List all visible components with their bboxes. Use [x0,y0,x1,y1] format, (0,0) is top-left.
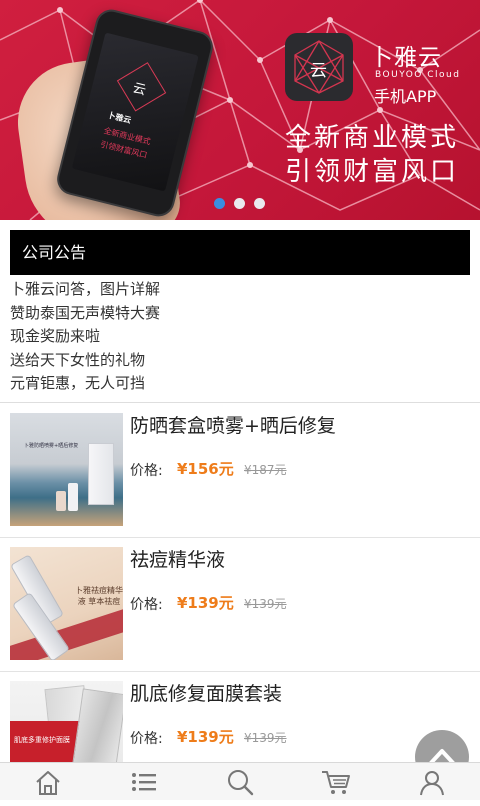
phone-screen: 云 卜雅云 全新商业模式 引领财富风口 [71,32,199,192]
thumbnail-caption: 肌底多重修护面膜 [14,736,70,744]
cart-icon [322,770,350,794]
slogan-line-1: 全新商业模式 [285,123,460,153]
product-price: ¥156元 [177,460,234,478]
product-title[interactable]: 祛痘精华液 [130,545,225,572]
thumbnail-caption: 卜雅防晒喷雾+晒后修复 [24,443,79,449]
search-icon [228,769,254,795]
product-item[interactable]: 卜雅防晒喷雾+晒后修复 防晒套盒喷雾+晒后修复 价格: ¥156元 ¥187元 [0,403,480,538]
product-original-price: ¥139元 [244,731,287,745]
price-label: 价格: [130,731,163,747]
nav-cart[interactable] [288,763,384,800]
thumbnail-caption: 卜雅祛痘精华液 草本祛痘 [75,586,123,606]
carousel-dot-1[interactable] [214,198,225,209]
notice-item[interactable]: 送给天下女性的礼物 [10,349,470,373]
product-title[interactable]: 防晒套盒喷雾+晒后修复 [130,411,336,438]
product-title[interactable]: 肌底修复面膜套装 [130,679,282,706]
nav-search[interactable] [192,763,288,800]
product-thumbnail[interactable]: 卜雅防晒喷雾+晒后修复 [10,413,123,526]
product-tube-image [68,483,78,511]
product-original-price: ¥139元 [244,597,287,611]
notice-item[interactable]: 卜雅云问答，图片详解 [10,278,470,302]
product-tube-image [56,491,66,511]
user-icon [420,770,444,795]
phone-brand-text: 卜雅云 [106,110,133,126]
list-icon [132,772,156,791]
price-label: 价格: [130,597,163,613]
product-original-price: ¥187元 [244,463,287,477]
notice-list: 卜雅云问答，图片详解 赞助泰国无声模特大赛 现金奖励来啦 送给天下女性的礼物 元… [10,278,470,396]
bottom-nav [0,762,480,800]
hero-banner[interactable]: 云 卜雅云 全新商业模式 引领财富风口 云 卜雅云 BOUYOO Cloud 手… [0,0,480,220]
nav-home[interactable] [0,763,96,800]
brand-app-label: 手机APP [374,87,437,106]
notice-item[interactable]: 元宵钜惠，无人可挡 [10,372,470,396]
nav-categories[interactable] [96,763,192,800]
notice-header: 公司公告 [10,230,470,275]
product-item[interactable]: 卜雅祛痘精华液 草本祛痘 祛痘精华液 价格: ¥139元 ¥139元 [0,537,480,672]
nav-profile[interactable] [384,763,480,800]
home-icon [36,770,60,795]
notice-item[interactable]: 赞助泰国无声模特大赛 [10,302,470,326]
product-thumbnail[interactable]: 卜雅祛痘精华液 草本祛痘 [10,547,123,660]
product-price: ¥139元 [177,728,234,746]
carousel-dots [214,198,265,209]
slogan-line-2: 引领财富风口 [285,157,460,187]
notice-item[interactable]: 现金奖励来啦 [10,325,470,349]
brand-name: 卜雅云 [370,45,442,71]
carousel-dot-2[interactable] [234,198,245,209]
app-logo-char: 云 [310,61,327,81]
price-label: 价格: [130,463,163,479]
brand-english-name: BOUYOO Cloud [375,70,461,80]
carousel-dot-3[interactable] [254,198,265,209]
product-price: ¥139元 [177,594,234,612]
app-logo-icon: 云 [285,33,353,101]
product-box-image [88,443,114,505]
